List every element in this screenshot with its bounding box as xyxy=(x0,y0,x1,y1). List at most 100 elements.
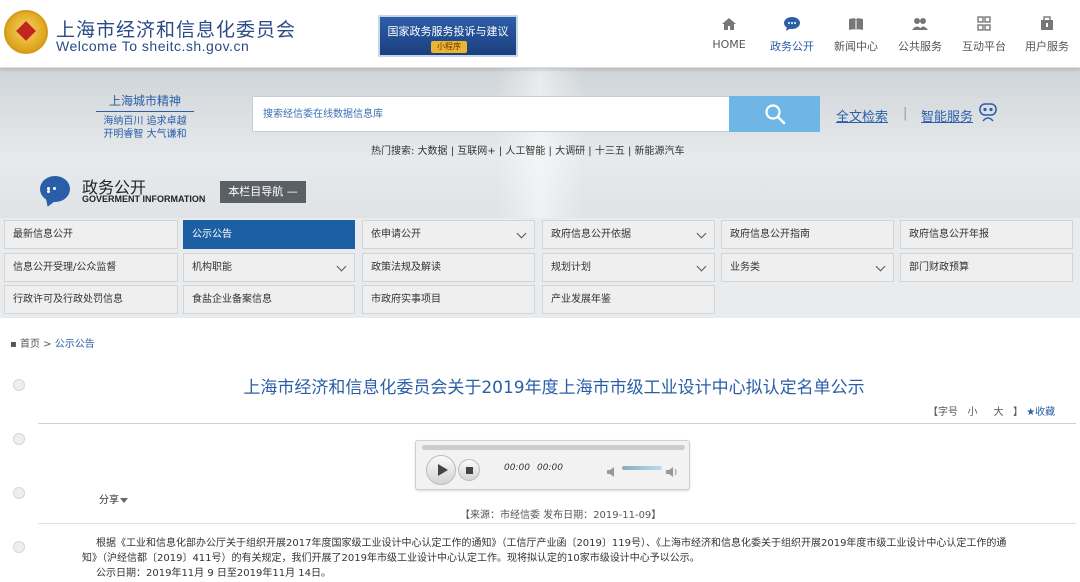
audio-current-time: 00:00 xyxy=(504,463,530,473)
shanghai-emblem-logo[interactable] xyxy=(4,10,48,54)
category-notices[interactable]: 公示公告 xyxy=(183,220,355,249)
side-share-icon[interactable] xyxy=(13,541,25,553)
category-licensing-penalties[interactable]: 行政许可及行政处罚信息 xyxy=(4,285,178,314)
category-public-supervision[interactable]: 信息公开受理/公众监督 xyxy=(4,253,178,282)
article-source: 【来源：市经信委 发布日期：2019-11-09】 xyxy=(460,510,662,521)
category-label: 最新信息公开 xyxy=(13,229,73,240)
category-disclosure-guide[interactable]: 政府信息公开指南 xyxy=(721,220,894,249)
nav-news[interactable]: 新闻中心 xyxy=(825,16,887,54)
nav-home[interactable]: HOME xyxy=(698,16,760,51)
category-disclosure-basis[interactable]: 政府信息公开依据 xyxy=(542,220,715,249)
chat-bubble-icon xyxy=(40,176,70,202)
share-menu[interactable]: 分享 xyxy=(99,491,128,506)
chevron-down-icon xyxy=(516,228,527,239)
nav-interaction-label: 互动平台 xyxy=(962,40,1006,53)
font-size-small[interactable]: 小 xyxy=(968,407,978,418)
category-apply-disclosure[interactable]: 依申请公开 xyxy=(362,220,535,249)
nav-news-label: 新闻中心 xyxy=(834,40,878,53)
category-label: 食盐企业备案信息 xyxy=(192,294,272,305)
favorite-button[interactable]: ★收藏 xyxy=(1026,407,1055,418)
category-label: 政府信息公开指南 xyxy=(730,229,810,240)
volume-mute-icon[interactable] xyxy=(607,462,619,477)
category-label: 依申请公开 xyxy=(371,229,421,240)
chat-bubble-icon xyxy=(783,16,801,32)
category-plans[interactable]: 规划计划 xyxy=(542,253,715,282)
nav-gov-info[interactable]: 政务公开 xyxy=(761,16,823,54)
hot-search-links[interactable]: 热门搜索: 大数据 | 互联网+ | 人工智能 | 大调研 | 十三五 | 新能… xyxy=(371,142,685,157)
category-label: 行政许可及行政处罚信息 xyxy=(13,294,123,305)
category-salt-enterprises[interactable]: 食盐企业备案信息 xyxy=(183,285,355,314)
nav-public-service[interactable]: 公共服务 xyxy=(889,16,951,54)
category-label: 产业发展年鉴 xyxy=(551,294,611,305)
category-label: 规划计划 xyxy=(551,262,591,273)
search-button[interactable] xyxy=(729,96,820,132)
nav-user-service[interactable]: 用户服务 xyxy=(1016,16,1078,54)
category-municipal-projects[interactable]: 市政府实事项目 xyxy=(362,285,535,314)
audio-progress-track[interactable] xyxy=(422,445,685,450)
article-paragraph: 知》（沪经信都〔2019〕411号）的有关规定，我们开展了2019年市级工业设计… xyxy=(82,553,700,564)
stop-button[interactable] xyxy=(458,459,480,481)
caret-down-icon xyxy=(120,497,128,503)
category-annual-report[interactable]: 政府信息公开年报 xyxy=(900,220,1073,249)
side-share-icon[interactable] xyxy=(13,487,25,499)
breadcrumb-home[interactable]: 首页 xyxy=(20,339,40,350)
category-policy-regulations[interactable]: 政策法规及解读 xyxy=(362,253,535,282)
nav-public-service-label: 公共服务 xyxy=(898,40,942,53)
chevron-down-icon xyxy=(696,228,707,239)
smart-service-link[interactable]: 智能服务 xyxy=(921,106,973,125)
gov-complaint-banner[interactable]: 国家政务服务投诉与建议 小程序 xyxy=(378,15,518,57)
category-budget[interactable]: 部门财政预算 xyxy=(900,253,1073,282)
briefcase-icon xyxy=(1038,16,1056,32)
site-header: 上海市经济和信息化委员会 Welcome To sheitc.sh.gov.cn… xyxy=(0,0,1080,68)
breadcrumb-separator: > xyxy=(43,339,52,350)
site-name-en[interactable]: Welcome To sheitc.sh.gov.cn xyxy=(56,38,249,54)
share-label: 分享 xyxy=(99,495,119,506)
volume-slider[interactable] xyxy=(622,466,662,470)
home-icon xyxy=(720,16,738,32)
search-icon xyxy=(729,103,820,125)
article-paragraph: 根据《工业和信息化部办公厅关于组织开展2017年度国家级工业设计中心认定工作的通… xyxy=(96,538,1007,549)
news-icon xyxy=(847,16,865,32)
category-business[interactable]: 业务类 xyxy=(721,253,894,282)
volume-max-icon[interactable] xyxy=(666,462,678,477)
breadcrumb-current[interactable]: 公示公告 xyxy=(55,339,95,350)
article-paragraph: 公示日期：2019年11月 9 日至2019年11月 14日。 xyxy=(96,568,331,579)
side-share-icon[interactable] xyxy=(13,433,25,445)
chevron-down-icon xyxy=(875,261,886,272)
robot-assistant-icon[interactable] xyxy=(978,101,998,123)
title-divider xyxy=(38,423,1076,424)
category-label: 政策法规及解读 xyxy=(371,262,441,273)
nav-home-label: HOME xyxy=(712,38,746,51)
people-icon xyxy=(911,16,929,32)
category-latest-info[interactable]: 最新信息公开 xyxy=(4,220,178,249)
category-label: 部门财政预算 xyxy=(909,262,969,273)
city-spirit-line-2: 开明睿智 大气谦和 xyxy=(103,129,187,140)
gov-banner-miniprogram-badge: 小程序 xyxy=(431,41,467,53)
search-input[interactable] xyxy=(263,97,723,131)
nav-interaction[interactable]: 互动平台 xyxy=(953,16,1015,54)
category-label: 机构职能 xyxy=(192,262,232,273)
search-box xyxy=(252,96,730,132)
gov-banner-title: 国家政务服务投诉与建议 xyxy=(387,25,509,38)
category-label: 公示公告 xyxy=(192,229,232,240)
play-button[interactable] xyxy=(426,455,456,485)
source-divider xyxy=(38,523,1076,524)
category-label: 政府信息公开年报 xyxy=(909,229,989,240)
category-label: 政府信息公开依据 xyxy=(551,229,631,240)
audio-player: 00:00 00:00 xyxy=(415,440,690,490)
nav-gov-info-label: 政务公开 xyxy=(770,40,814,53)
fulltext-search-link[interactable]: 全文检索 xyxy=(836,106,888,125)
font-size-large[interactable]: 大 xyxy=(993,407,1003,418)
category-grid: 最新信息公开 公示公告 依申请公开 政府信息公开依据 政府信息公开指南 政府信息… xyxy=(0,218,1080,318)
chevron-down-icon xyxy=(696,261,707,272)
category-label: 信息公开受理/公众监督 xyxy=(13,262,117,273)
category-industry-yearbook[interactable]: 产业发展年鉴 xyxy=(542,285,715,314)
hero-banner: 上海城市精神 海纳百川 追求卓越 开明睿智 大气谦和 全文检索 | 智能服务 热… xyxy=(0,68,1080,218)
section-title-en: GOVERMENT INFORMATION xyxy=(82,194,206,204)
column-nav-toggle[interactable]: 本栏目导航 — xyxy=(220,181,306,203)
city-spirit-title: 上海城市精神 xyxy=(96,92,194,112)
grid-icon xyxy=(975,16,993,32)
link-separator: | xyxy=(903,106,908,121)
category-org-functions[interactable]: 机构职能 xyxy=(183,253,355,282)
font-size-open: 【字号 xyxy=(928,407,958,418)
